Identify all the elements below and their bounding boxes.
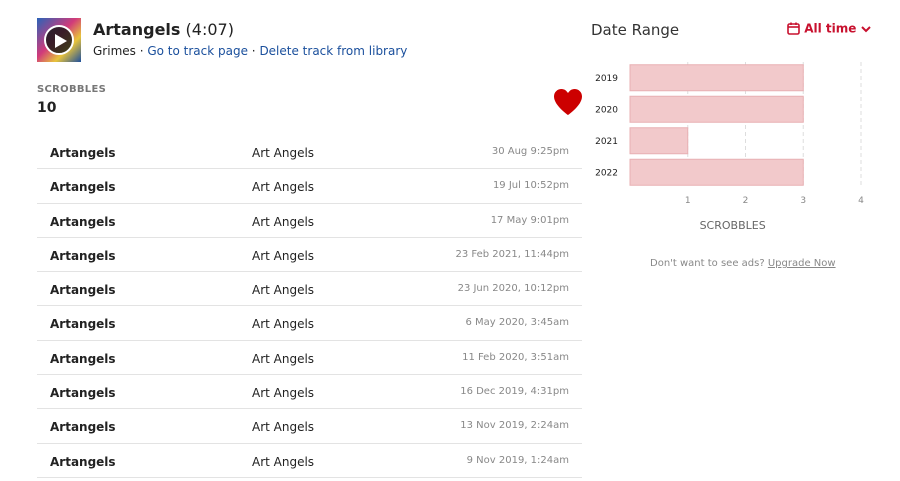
track-title: Artangels (4:07) xyxy=(93,20,234,39)
date-range-selected: All time xyxy=(804,21,857,36)
row-album-name[interactable]: Art Angels xyxy=(252,386,314,400)
separator: · xyxy=(135,44,148,58)
row-album-name[interactable]: Art Angels xyxy=(252,420,314,434)
row-timestamp: 13 Nov 2019, 2:24am xyxy=(460,420,569,432)
row-track-name[interactable]: Artangels xyxy=(50,180,116,194)
ad-text: Don't want to see ads? xyxy=(650,258,765,269)
scrobble-row[interactable]: Artangels Art Angels 11 Feb 2020, 3:51am xyxy=(37,341,582,376)
date-range-chart: 1 2 3 4 2019 2020 2021 2022 SCROBBLES xyxy=(595,62,864,232)
row-track-name[interactable]: Artangels xyxy=(50,352,116,366)
row-album-name[interactable]: Art Angels xyxy=(252,317,314,331)
track-name: Artangels xyxy=(93,20,181,39)
row-album-name[interactable]: Art Angels xyxy=(252,215,314,229)
chart-bar xyxy=(629,127,689,155)
row-timestamp: 23 Jun 2020, 10:12pm xyxy=(457,283,569,295)
y-tick-label: 2020 xyxy=(595,105,618,115)
x-tick-label: 2 xyxy=(743,196,749,206)
album-cover[interactable] xyxy=(37,18,81,62)
row-timestamp: 16 Dec 2019, 4:31pm xyxy=(460,386,569,398)
row-album-name[interactable]: Art Angels xyxy=(252,180,314,194)
row-track-name[interactable]: Artangels xyxy=(50,455,116,469)
row-track-name[interactable]: Artangels xyxy=(50,386,116,400)
chart-bar xyxy=(629,158,804,186)
scrobble-list: Artangels Art Angels 30 Aug 9:25pm Artangel… xyxy=(37,135,582,478)
chart-bar xyxy=(629,95,804,123)
row-track-name[interactable]: Artangels xyxy=(50,317,116,331)
scrobble-row[interactable]: Artangels Art Angels 9 Nov 2019, 1:24am xyxy=(37,444,582,478)
row-timestamp: 19 Jul 10:52pm xyxy=(492,180,569,192)
row-timestamp: 11 Feb 2020, 3:51am xyxy=(462,351,569,363)
scrobble-row[interactable]: Artangels Art Angels 17 May 9:01pm xyxy=(37,204,582,238)
row-track-name[interactable]: Artangels xyxy=(50,146,116,160)
x-tick-label: 3 xyxy=(800,196,806,206)
row-timestamp: 23 Feb 2021, 11:44pm xyxy=(455,248,569,260)
scrobble-row[interactable]: Artangels Art Angels 23 Feb 2021, 11:44pm xyxy=(37,238,582,273)
row-timestamp: 30 Aug 9:25pm xyxy=(491,146,569,157)
y-tick-label: 2019 xyxy=(595,74,618,84)
x-tick-label: 4 xyxy=(858,196,864,206)
x-tick-label: 1 xyxy=(685,196,691,206)
scrobble-row[interactable]: Artangels Art Angels 19 Jul 10:52pm xyxy=(37,169,582,204)
upgrade-link[interactable]: Upgrade Now xyxy=(768,258,836,269)
row-album-name[interactable]: Art Angels xyxy=(252,146,314,160)
row-timestamp: 9 Nov 2019, 1:24am xyxy=(466,454,569,466)
artist-name: Grimes xyxy=(93,44,136,58)
track-meta: Grimes · Go to track page · Delete track… xyxy=(93,44,407,58)
ad-note: Don't want to see ads? Upgrade Now xyxy=(650,258,836,269)
row-album-name[interactable]: Art Angels xyxy=(252,352,314,366)
play-icon[interactable] xyxy=(44,25,74,55)
row-track-name[interactable]: Artangels xyxy=(50,215,116,229)
chart-bar xyxy=(629,64,804,92)
scrobble-row[interactable]: Artangels Art Angels 30 Aug 9:25pm xyxy=(37,135,582,170)
love-heart-icon[interactable] xyxy=(553,88,583,116)
row-timestamp: 17 May 9:01pm xyxy=(490,214,569,226)
separator: · xyxy=(247,44,260,58)
row-track-name[interactable]: Artangels xyxy=(50,249,116,263)
scrobble-row[interactable]: Artangels Art Angels 16 Dec 2019, 4:31pm xyxy=(37,375,582,410)
delete-track-link[interactable]: Delete track from library xyxy=(259,44,407,58)
row-track-name[interactable]: Artangels xyxy=(50,420,116,434)
y-tick-label: 2021 xyxy=(595,137,618,147)
row-album-name[interactable]: Art Angels xyxy=(252,283,314,297)
date-range-title: Date Range xyxy=(591,21,680,39)
date-range-dropdown[interactable]: All time xyxy=(787,21,871,36)
row-album-name[interactable]: Art Angels xyxy=(252,249,314,263)
scrobbles-count: 10 xyxy=(37,100,57,116)
track-duration: (4:07) xyxy=(185,20,234,39)
row-timestamp: 6 May 2020, 3:45am xyxy=(465,317,569,329)
scrobbles-label: SCROBBLES xyxy=(37,84,107,95)
row-album-name[interactable]: Art Angels xyxy=(252,455,314,469)
scrobble-row[interactable]: Artangels Art Angels 23 Jun 2020, 10:12pm xyxy=(37,272,582,307)
calendar-icon xyxy=(787,22,800,35)
scrobble-row[interactable]: Artangels Art Angels 6 May 2020, 3:45am xyxy=(37,306,582,341)
scrobble-row[interactable]: Artangels Art Angels 13 Nov 2019, 2:24am xyxy=(37,409,582,444)
y-tick-label: 2022 xyxy=(595,168,618,178)
x-axis-label: SCROBBLES xyxy=(700,219,766,232)
row-track-name[interactable]: Artangels xyxy=(50,283,116,297)
go-to-track-link[interactable]: Go to track page xyxy=(147,44,248,58)
chevron-down-icon xyxy=(860,25,871,32)
